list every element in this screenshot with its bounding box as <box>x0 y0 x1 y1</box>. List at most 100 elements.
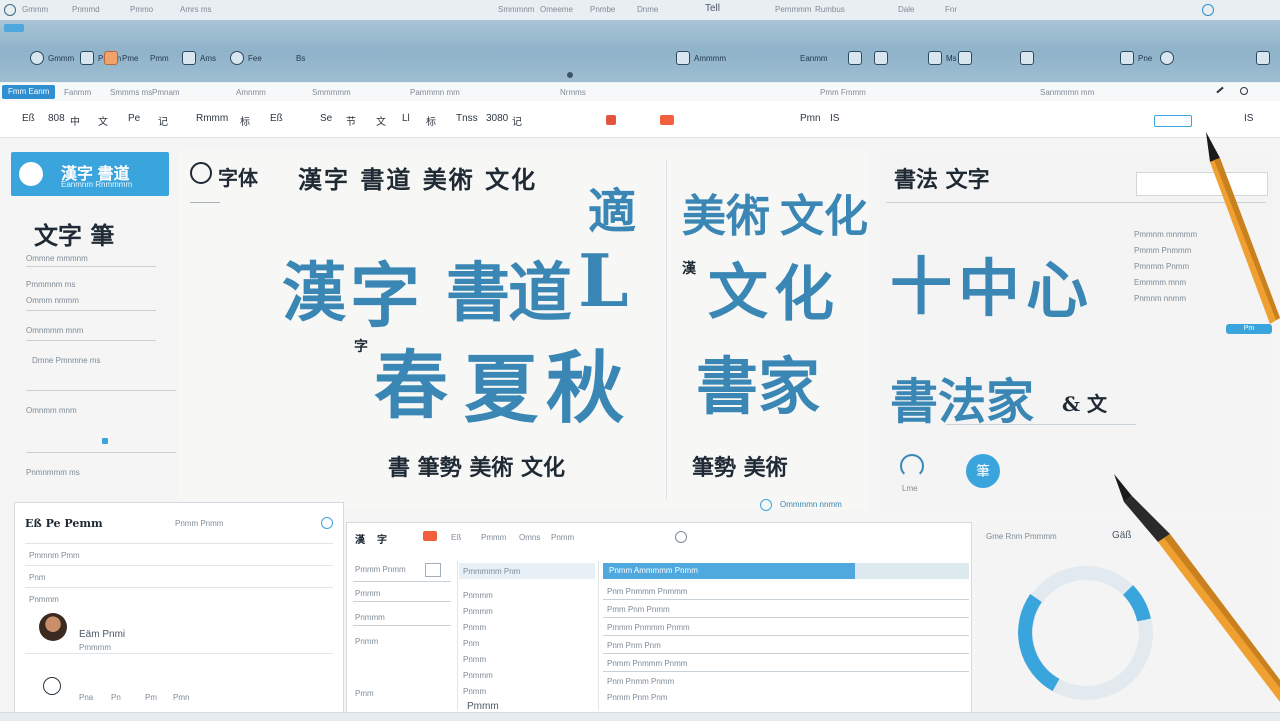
mid-row[interactable]: Pnmm <box>463 687 486 696</box>
zoom-field[interactable] <box>1154 115 1192 127</box>
menu-item[interactable]: Pnmbe <box>590 5 615 14</box>
side-row[interactable]: Pnmmm <box>355 613 385 622</box>
ribbon-item[interactable]: Eanmm <box>800 50 828 66</box>
side-box[interactable] <box>425 563 441 577</box>
color-swatch-icon[interactable] <box>606 115 616 125</box>
ribbon-item[interactable]: Ms <box>928 50 957 66</box>
tab[interactable]: 字 <box>377 531 387 546</box>
ribbon-item[interactable] <box>1256 50 1270 66</box>
footer-label[interactable]: Pn <box>111 693 121 702</box>
table-row[interactable]: Pmm Pnm Pnmm <box>607 605 670 614</box>
mid-row[interactable]: Pnmm <box>463 655 486 664</box>
footer-label[interactable]: Pna <box>79 693 93 702</box>
menu-item[interactable]: Gmmm <box>22 5 48 14</box>
refresh-icon[interactable] <box>675 531 687 543</box>
menu-item[interactable]: Tell <box>705 3 720 14</box>
menu-item[interactable]: Dnme <box>637 5 658 14</box>
table-row[interactable]: Pnmm Pnmmm Pnmm <box>607 659 687 668</box>
toolbar-item[interactable]: Se <box>320 113 332 124</box>
menu-item[interactable]: Pmmo <box>130 5 153 14</box>
tab[interactable]: Omns <box>519 533 540 542</box>
toolbar-item[interactable]: Pmn <box>800 113 821 124</box>
tab-item[interactable]: Pmm Fmmm <box>820 88 866 97</box>
avatar[interactable] <box>39 613 67 641</box>
tab[interactable]: Pnmm <box>551 533 574 542</box>
toolbar-item[interactable]: 记 <box>158 113 168 128</box>
close-icon[interactable] <box>321 517 333 529</box>
toolbar-item[interactable]: Tnss <box>456 113 478 124</box>
toolbar-item[interactable]: 文 <box>98 113 108 128</box>
ribbon-item[interactable] <box>848 50 862 66</box>
mid-row[interactable]: Pnmmm <box>463 591 493 600</box>
menu-item[interactable]: Amrs ms <box>180 5 212 14</box>
toolbar-item[interactable]: 中 <box>70 113 80 128</box>
toolbar-item[interactable]: 节 <box>346 113 356 128</box>
toolbar-item[interactable]: IS <box>830 113 839 124</box>
tab-item[interactable]: Smmmmm <box>312 88 351 97</box>
footer-label[interactable]: Pmmm <box>467 701 499 712</box>
list-item[interactable]: Pmnmm Pnmm <box>1134 262 1189 271</box>
tab-item[interactable]: Fanmm <box>64 88 91 97</box>
ribbon-item[interactable]: Gmmm <box>30 50 74 66</box>
row-label[interactable]: Pnm <box>29 573 45 582</box>
panel-header-badge[interactable]: 漢字 書道 Eanmnm Rnmmmm <box>11 152 169 196</box>
side-row[interactable]: Pnmm <box>355 637 378 646</box>
data-window[interactable]: 漢 字 Eß Pmmm Omns Pnmm Pmmm Pnmm Pmmm Pnm… <box>346 522 972 714</box>
row-label[interactable]: Pnmmm <box>29 595 59 604</box>
tab-item[interactable]: Pammmn mm <box>410 88 460 97</box>
table-row[interactable]: Pnm Pnmmm Pnmmm <box>607 587 687 596</box>
tab-item[interactable]: Sanmmmn mm <box>1040 88 1094 97</box>
menu-item[interactable]: Pemmmm <box>775 5 811 14</box>
tab[interactable]: 漢 <box>355 531 365 546</box>
pencil-tool-icon[interactable] <box>1216 86 1224 94</box>
ribbon-item[interactable] <box>958 50 972 66</box>
list-item[interactable]: Pmmm Pnmmm <box>1134 246 1191 255</box>
toolbar-item[interactable]: Pe <box>128 113 140 124</box>
tab[interactable]: Pmmm <box>481 533 506 542</box>
list-item[interactable]: Pnmnm nnmm <box>1134 294 1186 303</box>
ribbon-item[interactable]: Pme <box>104 50 138 66</box>
ribbon-item[interactable]: Ammmm <box>676 50 726 66</box>
color-swatch-icon[interactable] <box>660 115 674 125</box>
toolbar-item[interactable]: 3080 <box>486 113 508 124</box>
footer-label[interactable]: Pm <box>145 693 157 702</box>
brand-tab[interactable]: Fmm Eanm <box>2 85 56 99</box>
menu-item[interactable]: Pnmmd <box>72 5 100 14</box>
mid-row[interactable]: Pnmm <box>463 623 486 632</box>
tag-icon[interactable] <box>760 499 772 511</box>
tab-item[interactable]: Amnmm <box>236 88 266 97</box>
main-artboard[interactable]: 字体 漢字 書道 美術 文化 適 美術 文化 漢 字 書 道 L 漢 文 化 字… <box>178 150 868 511</box>
toolbar-item[interactable]: 记 <box>512 113 522 128</box>
mid-row[interactable]: Pnmmm <box>463 671 493 680</box>
list-item[interactable]: Emmmm mnm <box>1134 278 1186 287</box>
side-row[interactable]: Pmmm <box>355 589 380 598</box>
side-row[interactable]: Pmm <box>355 689 374 698</box>
ribbon-item[interactable]: Fee <box>230 50 262 66</box>
toolbar-item[interactable]: IS <box>1244 113 1253 124</box>
toolbar-item[interactable]: Rmmm <box>196 113 228 124</box>
app-icon[interactable] <box>4 4 16 16</box>
profile-window[interactable]: Eß Pe Pemm Pnmm Pnmm Pmmnm Pmm Pnm Pnmmm… <box>14 502 344 714</box>
toolbar-item[interactable]: Ll <box>402 113 410 124</box>
ribbon-item[interactable]: Pne <box>1120 50 1152 66</box>
footer-label[interactable]: Pmn <box>173 693 189 702</box>
search-icon[interactable] <box>1240 87 1248 95</box>
table-row[interactable]: Pnm Pnm Pnm <box>607 641 661 650</box>
round-action-button[interactable]: 筆 <box>966 454 1000 488</box>
menu-item[interactable]: Dale <box>898 5 914 14</box>
tab-item[interactable]: Nrmms <box>560 88 586 97</box>
toolbar-item[interactable]: Eß <box>270 113 283 124</box>
mid-row[interactable]: Pnm <box>463 639 479 648</box>
toolbar-item[interactable]: 标 <box>240 113 250 128</box>
toolbar-item[interactable]: 文 <box>376 113 386 128</box>
toolbar-item[interactable]: 标 <box>426 113 436 128</box>
ribbon-item[interactable]: Ams <box>182 50 216 66</box>
menu-item[interactable]: Smmmnm <box>498 5 534 14</box>
tab[interactable]: Eß <box>451 533 461 542</box>
row-label[interactable]: Pmmnm Pmm <box>29 551 80 560</box>
toolbar-item[interactable]: Eß <box>22 113 35 124</box>
table-row[interactable]: Pmmm Pnmmm Pnmm <box>607 623 690 632</box>
menu-item[interactable]: Rumbus <box>815 5 845 14</box>
ribbon-item[interactable] <box>1020 50 1034 66</box>
status-icon[interactable] <box>1202 4 1214 16</box>
